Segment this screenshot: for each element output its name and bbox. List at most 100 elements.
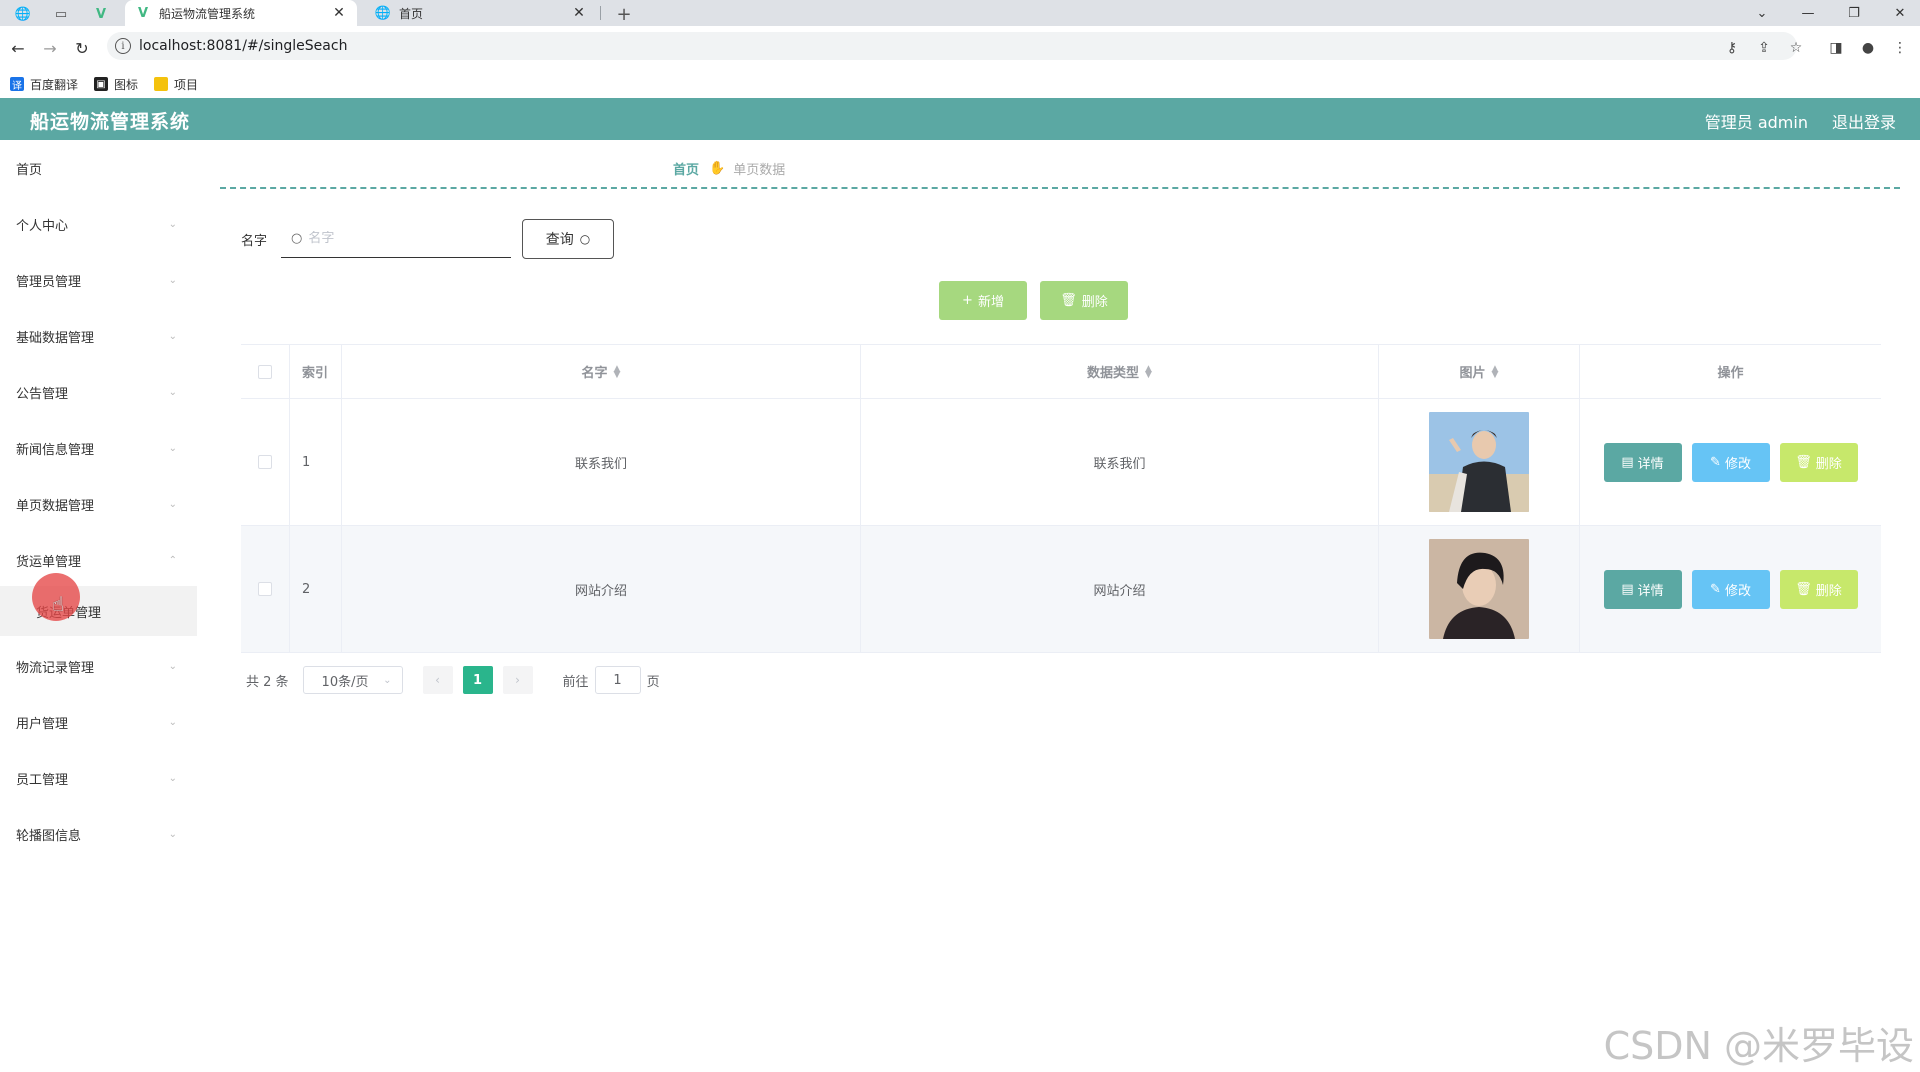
new-tab-button[interactable]: +	[613, 3, 635, 25]
search-field[interactable]: ○	[281, 220, 511, 258]
sidebar-item-logistics-records[interactable]: 物流记录管理 ⌄	[0, 638, 197, 694]
column-title: 索引	[302, 366, 329, 381]
browser-tab-active[interactable]: V 船运物流管理系统 ✕	[125, 0, 357, 26]
delete-button[interactable]: 🗑 删除	[1779, 569, 1858, 609]
back-arrow-icon[interactable]: ←	[6, 36, 30, 60]
watermark: CSDN @米罗毕设	[1603, 1024, 1914, 1068]
share-icon[interactable]: ⇪	[1754, 38, 1774, 58]
bookmark-label: 百度翻译	[30, 77, 79, 92]
sidebar-item-personal-center[interactable]: 个人中心 ⌄	[0, 196, 197, 252]
detail-button[interactable]: ▤ 详情	[1603, 442, 1682, 482]
add-button-label: 新增	[977, 295, 1004, 310]
breadcrumb-home[interactable]: 首页	[673, 159, 699, 178]
hand-icon: ✋	[709, 161, 726, 176]
close-icon[interactable]: ✕	[571, 5, 587, 21]
sidebar-item-home[interactable]: 首页	[0, 140, 197, 196]
forward-arrow-icon[interactable]: →	[38, 36, 62, 60]
sidebar-subitem-waybill-management[interactable]: 货运单管理	[0, 586, 197, 636]
tab-favicon-globe-icon[interactable]: 🌐	[12, 3, 34, 25]
profile-icon[interactable]: ●	[1858, 38, 1878, 58]
row-data-type: 网站介绍	[861, 526, 1379, 652]
bookmark-item[interactable]: 译 百度翻译	[10, 76, 78, 93]
translate-icon: 译	[10, 77, 24, 92]
detail-button[interactable]: ▤ 详情	[1603, 569, 1682, 609]
edit-button[interactable]: ✎ 修改	[1691, 442, 1770, 482]
reload-icon[interactable]: ↻	[70, 36, 94, 60]
sidebar-item-news[interactable]: 新闻信息管理 ⌄	[0, 420, 197, 476]
row-actions: ▤ 详情 ✎ 修改 🗑 删除	[1580, 399, 1881, 525]
column-header-name[interactable]: 名字 ▲ ▼	[342, 345, 861, 398]
tab-favicon-blank-icon[interactable]: ▭	[50, 3, 72, 25]
sidebar-item-waybill[interactable]: 货运单管理 ⌃	[0, 532, 197, 588]
edit-icon: ✎	[1710, 581, 1721, 597]
delete-button[interactable]: 🗑 删除	[1779, 442, 1858, 482]
sidebar-item-base-data[interactable]: 基础数据管理 ⌄	[0, 308, 197, 364]
sidebar-item-single-page[interactable]: 单页数据管理 ⌄	[0, 476, 197, 532]
sort-icon[interactable]: ▲ ▼	[1145, 364, 1152, 379]
column-header-actions: 操作	[1580, 345, 1881, 398]
column-header-image[interactable]: 图片 ▲ ▼	[1379, 345, 1580, 398]
search-input[interactable]	[308, 231, 489, 246]
column-header-data-type[interactable]: 数据类型 ▲ ▼	[861, 345, 1379, 398]
restore-icon[interactable]: ❐	[1834, 0, 1874, 26]
divider	[220, 187, 1900, 189]
sidebar-item-carousel[interactable]: 轮播图信息 ⌄	[0, 806, 197, 862]
browser-toolbar: ← → ↻ i localhost:8081/#/singleSeach ⚷ ⇪…	[0, 26, 1920, 70]
sidebar-item-users[interactable]: 用户管理 ⌄	[0, 694, 197, 750]
address-bar[interactable]: i localhost:8081/#/singleSeach	[107, 32, 1797, 60]
chevron-up-icon: ⌃	[168, 554, 177, 566]
edit-label: 修改	[1724, 456, 1751, 472]
tab-favicon-vue-icon[interactable]: V	[90, 3, 112, 25]
sidebar-item-label: 个人中心	[16, 218, 69, 234]
close-icon[interactable]: ✕	[331, 5, 347, 21]
page-number-current[interactable]: 1	[462, 666, 493, 694]
chevron-down-icon: ⌄	[168, 498, 177, 510]
row-image[interactable]	[1429, 412, 1529, 512]
page-size-select[interactable]: 10条/页 ⌄	[302, 666, 403, 694]
side-panel-icon[interactable]: ◨	[1826, 38, 1846, 58]
minimize-icon[interactable]: —	[1788, 0, 1828, 26]
row-image[interactable]	[1429, 539, 1529, 639]
chevron-down-icon: ⌄	[383, 674, 392, 686]
row-name: 网站介绍	[342, 526, 861, 652]
sidebar-item-employees[interactable]: 员工管理 ⌄	[0, 750, 197, 806]
next-page-button[interactable]: ›	[502, 666, 533, 694]
edit-button[interactable]: ✎ 修改	[1691, 569, 1770, 609]
tab-title: 首页	[399, 6, 424, 21]
star-icon[interactable]: ☆	[1786, 38, 1806, 58]
site-info-icon[interactable]: i	[115, 38, 131, 54]
bookmark-item[interactable]: ▣ 图标	[94, 76, 138, 93]
delete-label: 删除	[1815, 583, 1842, 599]
browser-tab[interactable]: 🌐 首页 ✕	[365, 0, 597, 26]
vue-icon: V	[137, 5, 149, 21]
query-button[interactable]: 查询 ○	[522, 219, 614, 259]
goto-page-input[interactable]: 1	[594, 666, 641, 694]
logout-button[interactable]: 退出登录	[1832, 109, 1896, 133]
sort-icon[interactable]: ▲ ▼	[1492, 364, 1499, 379]
row-checkbox[interactable]	[258, 455, 272, 469]
sidebar-item-admin-management[interactable]: 管理员管理 ⌄	[0, 252, 197, 308]
prev-page-button[interactable]: ‹	[422, 666, 453, 694]
select-all-checkbox[interactable]	[258, 364, 272, 379]
sort-icon[interactable]: ▲ ▼	[614, 364, 621, 379]
chevron-down-icon: ⌄	[168, 218, 177, 230]
key-icon[interactable]: ⚷	[1722, 38, 1742, 58]
sidebar-item-announcements[interactable]: 公告管理 ⌄	[0, 364, 197, 420]
tab-search-chevron-icon[interactable]: ⌄	[1742, 0, 1782, 26]
table-row: 2 网站介绍 网站介绍 ▤ 详情 ✎ 修改 🗑 删除	[241, 526, 1881, 653]
bulk-delete-button[interactable]: 🗑 删除	[1040, 281, 1128, 320]
row-data-type: 联系我们	[861, 399, 1379, 525]
add-button[interactable]: + 新增	[939, 281, 1027, 320]
bookmark-item[interactable]: 项目	[154, 76, 198, 93]
row-checkbox[interactable]	[258, 582, 272, 596]
row-select-cell	[241, 526, 290, 652]
more-menu-icon[interactable]: ⋮	[1890, 38, 1910, 58]
window-close-icon[interactable]: ✕	[1880, 0, 1920, 26]
goto-label: 前往	[562, 674, 589, 690]
page-size-value: 10条/页	[321, 674, 369, 690]
total-count: 共 2 条	[246, 674, 289, 690]
row-image-cell	[1379, 526, 1580, 652]
current-user[interactable]: 管理员 admin	[1705, 109, 1808, 133]
sidebar-item-label: 新闻信息管理	[16, 442, 95, 458]
breadcrumb-current: 单页数据	[733, 163, 786, 178]
